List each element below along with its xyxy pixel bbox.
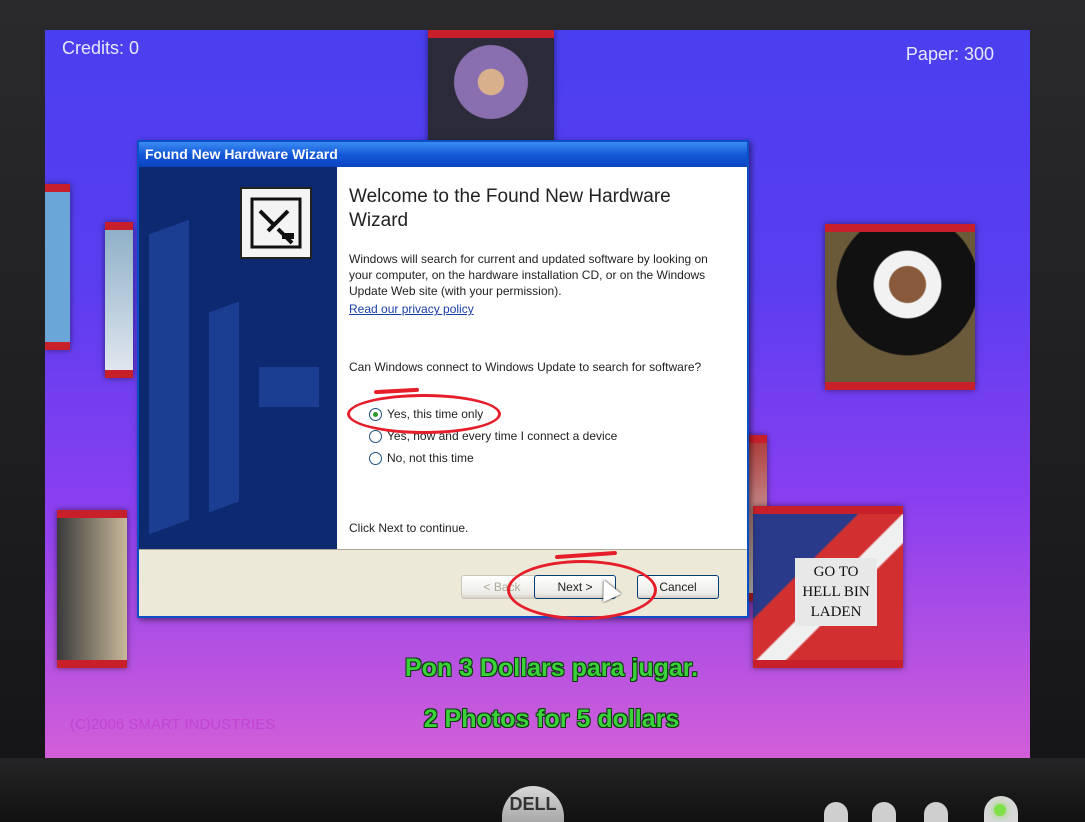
photo-tile-right-nun[interactable] (825, 224, 975, 390)
photo-image (825, 232, 975, 382)
dialog-separator (139, 549, 747, 550)
hardware-wizard-dialog: Found New Hardware Wizard Welcome to the… (137, 140, 749, 618)
radio-button[interactable] (369, 451, 382, 465)
photo-tile-top[interactable] (428, 30, 554, 156)
credits-label: Credits: 0 (62, 38, 140, 58)
copyright-text: (C)2006 SMART INDUSTRIES (70, 716, 276, 733)
photo-image (428, 38, 554, 148)
photo-tile-left-lower[interactable] (57, 510, 127, 668)
radio-option-no[interactable]: No, not this time (369, 451, 474, 465)
monitor-plus-button[interactable] (924, 802, 948, 822)
monitor-menu-button[interactable] (824, 802, 848, 822)
kiosk-screen: Credits: 0 Paper: 300 GO TO HELL BIN LAD… (45, 30, 1030, 758)
annotation-circle-next (507, 560, 657, 620)
radio-button[interactable] (369, 429, 382, 443)
wizard-question: Can Windows connect to Windows Update to… (349, 360, 702, 374)
photo-image (105, 230, 133, 370)
wizard-heading: Welcome to the Found New Hardware Wizard (349, 186, 671, 231)
monitor-minus-button[interactable] (872, 802, 896, 822)
wizard-description: Windows will search for current and upda… (349, 252, 708, 298)
radio-label: No, not this time (387, 451, 474, 465)
photo-image (45, 192, 70, 342)
photo-tile-left-upper[interactable] (45, 184, 70, 350)
photo-sign: GO TO HELL BIN LADEN (795, 558, 877, 626)
photo-tile-left-mid[interactable] (105, 222, 133, 378)
hardware-wizard-icon (240, 187, 312, 259)
annotation-circle-option (347, 394, 501, 434)
power-button[interactable] (984, 796, 1018, 822)
click-next-instruction: Click Next to continue. (349, 521, 469, 535)
paper-label: Paper: 300 (905, 44, 994, 64)
privacy-policy-link[interactable]: Read our privacy policy (349, 302, 474, 316)
photo-tile-right-flag[interactable]: GO TO HELL BIN LADEN (753, 506, 903, 668)
photo-image (57, 518, 127, 660)
promo-line-1: Pon 3 Dollars para jugar. (404, 654, 699, 682)
dialog-titlebar[interactable]: Found New Hardware Wizard (139, 142, 747, 167)
wizard-side-panel (139, 167, 337, 549)
wizard-content: Welcome to the Found New Hardware Wizard… (337, 167, 747, 549)
